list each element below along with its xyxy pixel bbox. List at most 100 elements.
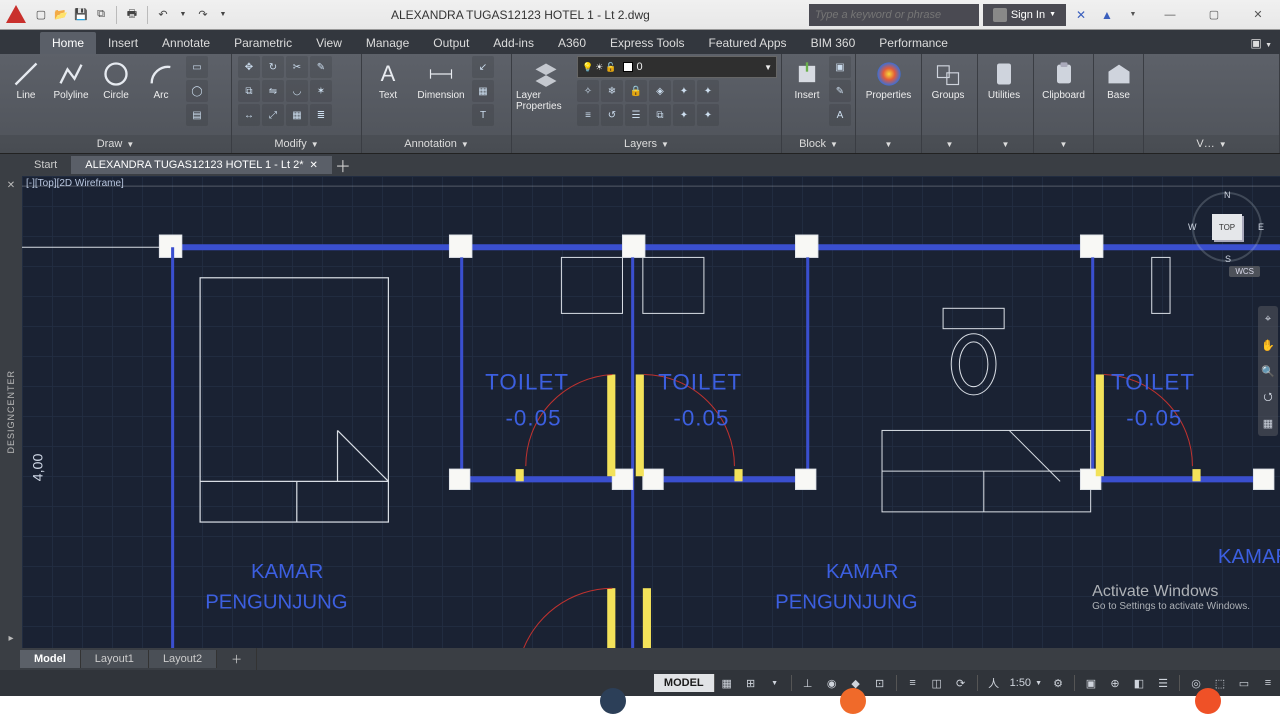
nav-fullnav-icon[interactable]: ⌖ xyxy=(1258,306,1278,332)
tab-view[interactable]: View xyxy=(304,32,354,54)
layer-properties-button[interactable]: Layer Properties xyxy=(516,56,576,112)
close-button[interactable]: ✕ xyxy=(1236,0,1280,30)
panel-modify-label[interactable]: Modify▼ xyxy=(232,135,361,153)
hatch-icon[interactable]: ▤ xyxy=(186,104,208,126)
line-button[interactable]: Line xyxy=(4,56,48,101)
tab-a360[interactable]: A360 xyxy=(546,32,598,54)
layer-merge-icon[interactable]: ⧉ xyxy=(649,104,671,126)
panel-base-label[interactable] xyxy=(1094,135,1143,153)
sb-lineweight-icon[interactable]: ≡ xyxy=(901,672,925,694)
layer-iso-icon[interactable]: ◈ xyxy=(649,80,671,102)
panel-properties-label[interactable]: ▼ xyxy=(856,135,921,153)
move-icon[interactable]: ✥ xyxy=(238,56,260,78)
signin-button[interactable]: Sign In▼ xyxy=(983,4,1066,26)
nav-zoom-icon[interactable]: 🔍 xyxy=(1258,358,1278,384)
sb-snap-icon[interactable]: ⊞ xyxy=(739,672,763,694)
layer-lock-icon[interactable]: 🔒 xyxy=(625,80,647,102)
ribbon-appearance-icon[interactable]: ▣ ▼ xyxy=(1242,32,1280,54)
layout-tab-model[interactable]: Model xyxy=(20,650,81,668)
mirror-icon[interactable]: ⇋ xyxy=(262,80,284,102)
edit-block-icon[interactable]: ✎ xyxy=(829,80,851,102)
attr-block-icon[interactable]: A xyxy=(829,104,851,126)
panel-groups-label[interactable]: ▼ xyxy=(922,135,977,153)
search-input[interactable] xyxy=(809,4,979,26)
model-viewport[interactable]: [-][Top][2D Wireframe] xyxy=(22,176,1280,648)
trim-icon[interactable]: ✂ xyxy=(286,56,308,78)
add-file-tab-button[interactable]: ＋ xyxy=(332,153,354,177)
array-icon[interactable]: ▦ xyxy=(286,104,308,126)
polyline-button[interactable]: Polyline xyxy=(49,56,93,101)
qat-save-icon[interactable]: 💾 xyxy=(72,6,90,24)
offset-icon[interactable]: ≣ xyxy=(310,104,332,126)
panel-utilities-label[interactable]: ▼ xyxy=(978,135,1033,153)
sb-units-icon[interactable]: ◧ xyxy=(1127,672,1151,694)
layer-freeze-icon[interactable]: ❄ xyxy=(601,80,623,102)
tab-express[interactable]: Express Tools xyxy=(598,32,696,54)
nav-pan-icon[interactable]: ✋ xyxy=(1258,332,1278,358)
sb-ortho-icon[interactable]: ⊥ xyxy=(796,672,820,694)
sb-scale-control[interactable]: 1:50▼ xyxy=(1006,677,1046,689)
insert-block-button[interactable]: Insert xyxy=(786,56,828,101)
panel-block-label[interactable]: Block▼ xyxy=(782,135,855,153)
layer-current-dropdown[interactable]: 💡☀🔓 0 ▼ xyxy=(577,56,777,78)
layer-more4-icon[interactable]: ✦ xyxy=(697,104,719,126)
tab-parametric[interactable]: Parametric xyxy=(222,32,304,54)
erase-icon[interactable]: ✎ xyxy=(310,56,332,78)
viewcube-east[interactable]: E xyxy=(1258,222,1264,232)
stretch-icon[interactable]: ↔ xyxy=(238,104,260,126)
sb-cleanscreen-icon[interactable]: ▭ xyxy=(1232,672,1256,694)
sb-gear-icon[interactable]: ⚙ xyxy=(1046,672,1070,694)
layer-more1-icon[interactable]: ✦ xyxy=(673,80,695,102)
model-paper-toggle[interactable]: MODEL xyxy=(654,674,715,692)
layout-tab-layout2[interactable]: Layout2 xyxy=(149,650,217,668)
tab-annotate[interactable]: Annotate xyxy=(150,32,222,54)
text-button[interactable]: AText xyxy=(366,56,410,101)
viewcube-north[interactable]: N xyxy=(1224,190,1231,200)
rotate-icon[interactable]: ↻ xyxy=(262,56,284,78)
qat-undo-drop-icon[interactable]: ▼ xyxy=(174,6,192,24)
tab-bim360[interactable]: BIM 360 xyxy=(799,32,868,54)
sb-quickprops-icon[interactable]: ☰ xyxy=(1151,672,1175,694)
sb-transparency-icon[interactable]: ◫ xyxy=(925,672,949,694)
layer-state-icon[interactable]: ☰ xyxy=(625,104,647,126)
nav-showmotion-icon[interactable]: ▦ xyxy=(1258,410,1278,436)
qat-redo-drop-icon[interactable]: ▼ xyxy=(214,6,232,24)
dimension-button[interactable]: Dimension xyxy=(411,56,471,101)
tab-performance[interactable]: Performance xyxy=(867,32,960,54)
palette-close-icon[interactable]: ✕ xyxy=(7,176,15,195)
layer-more2-icon[interactable]: ✦ xyxy=(697,80,719,102)
viewcube-south[interactable]: S xyxy=(1225,254,1231,264)
sb-polar-icon[interactable]: ◉ xyxy=(820,672,844,694)
qat-saveas-icon[interactable]: ⧉ xyxy=(92,6,110,24)
a360-icon[interactable]: ▲ xyxy=(1096,4,1118,26)
tab-manage[interactable]: Manage xyxy=(354,32,421,54)
qat-plot-icon[interactable]: 🖶 xyxy=(123,6,141,24)
utilities-button[interactable]: Utilities xyxy=(982,56,1026,101)
create-block-icon[interactable]: ▣ xyxy=(829,56,851,78)
sb-annomonitor-icon[interactable]: ⊕ xyxy=(1103,672,1127,694)
add-layout-button[interactable]: ＋ xyxy=(217,648,257,670)
tab-home[interactable]: Home xyxy=(40,32,96,54)
palette-autohide-icon[interactable]: ▸ xyxy=(8,629,13,648)
sb-grid-icon[interactable]: ▦ xyxy=(715,672,739,694)
scale-icon[interactable]: ⤢ xyxy=(262,104,284,126)
close-tab-icon[interactable]: ✕ xyxy=(310,160,318,171)
rectangle-icon[interactable]: ▭ xyxy=(186,56,208,78)
arc-button[interactable]: Arc xyxy=(139,56,183,101)
layer-off-icon[interactable]: ✧ xyxy=(577,80,599,102)
sb-osnap-icon[interactable]: ⊡ xyxy=(868,672,892,694)
wcs-badge[interactable]: WCS xyxy=(1229,266,1260,277)
layer-match-icon[interactable]: ≡ xyxy=(577,104,599,126)
base-button[interactable]: Base xyxy=(1098,56,1139,101)
autocad-logo-icon[interactable] xyxy=(4,3,28,27)
sb-drop1-icon[interactable]: ▼ xyxy=(763,672,787,694)
help-dropdown-icon[interactable]: ▼ xyxy=(1122,4,1144,26)
panel-annotation-label[interactable]: Annotation▼ xyxy=(362,135,511,153)
panel-view-label[interactable]: V…▼ xyxy=(1144,135,1279,153)
sb-workspace-icon[interactable]: ▣ xyxy=(1079,672,1103,694)
qat-open-icon[interactable]: 📂 xyxy=(52,6,70,24)
explode-icon[interactable]: ✶ xyxy=(310,80,332,102)
layer-more3-icon[interactable]: ✦ xyxy=(673,104,695,126)
sb-cycling-icon[interactable]: ⟳ xyxy=(949,672,973,694)
viewcube-west[interactable]: W xyxy=(1188,222,1197,232)
